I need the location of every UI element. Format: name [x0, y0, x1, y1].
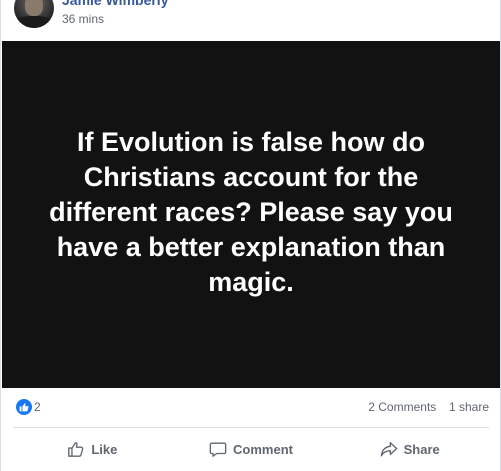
- post-timestamp[interactable]: 36 mins: [62, 12, 104, 26]
- post-image-text: If Evolution is false how do Christians …: [49, 127, 453, 297]
- reaction-count[interactable]: 2: [34, 400, 41, 414]
- speech-bubble-icon: [209, 440, 227, 458]
- actions-divider: [13, 427, 489, 428]
- shares-count-link[interactable]: 1 share: [449, 400, 489, 414]
- share-button[interactable]: Share: [330, 432, 489, 466]
- share-arrow-icon: [380, 440, 398, 458]
- feed-post: Jamie Wimberly 36 mins If Evolution is f…: [0, 0, 501, 471]
- post-action-bar: Like Comment Share: [13, 432, 489, 466]
- author-avatar[interactable]: [14, 0, 54, 28]
- post-image[interactable]: If Evolution is false how do Christians …: [2, 41, 500, 388]
- comments-count-link[interactable]: 2 Comments: [368, 400, 436, 414]
- avatar-face: [25, 0, 43, 16]
- comments-shares-summary: 2 Comments 1 share: [368, 400, 489, 414]
- post-stats-bar: 2 2 Comments 1 share: [1, 396, 500, 418]
- like-button-label: Like: [91, 441, 118, 457]
- share-button-label: Share: [403, 441, 440, 457]
- like-button[interactable]: Like: [13, 432, 172, 466]
- author-name-link[interactable]: Jamie Wimberly: [62, 0, 168, 8]
- post-header: Jamie Wimberly 36 mins: [1, 0, 500, 41]
- like-reaction-icon[interactable]: [16, 399, 32, 415]
- thumbs-up-icon: [67, 440, 85, 458]
- comment-button-label: Comment: [233, 441, 293, 457]
- avatar-shirt: [16, 16, 52, 28]
- comment-button[interactable]: Comment: [172, 432, 331, 466]
